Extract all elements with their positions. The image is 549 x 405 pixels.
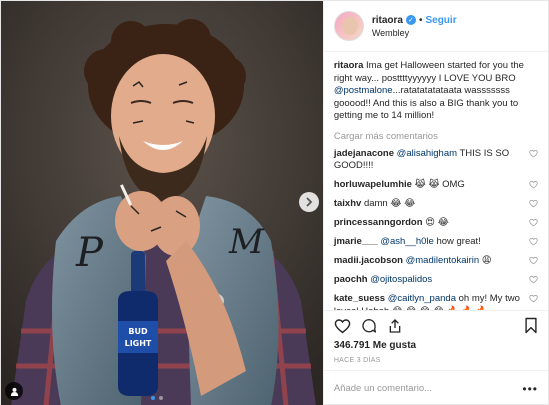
comment-like-heart-icon[interactable]	[529, 218, 538, 227]
caption-mention[interactable]: @postmalone	[334, 85, 393, 96]
chevron-right-icon	[306, 197, 313, 207]
post-sidebar: ritaora ✓ • Seguir Wembley ritaora Ima g…	[322, 1, 548, 405]
add-comment-input[interactable]: Añade un comentario...	[334, 383, 523, 394]
comment-mention[interactable]: @ojitospalidos	[370, 274, 432, 285]
person-icon	[10, 387, 18, 396]
comment-row: jadejanacone @alisahigham THIS IS SO GOO…	[334, 148, 538, 173]
comment-row: princessanngordon 😍 😂	[334, 217, 538, 230]
svg-text:M: M	[228, 222, 265, 262]
more-options-icon[interactable]: •••	[522, 382, 538, 396]
comment-mention[interactable]: @caitlyn_panda	[388, 293, 456, 304]
tagged-users-button[interactable]	[5, 382, 23, 400]
share-icon[interactable]	[387, 318, 403, 334]
comment-like-heart-icon[interactable]	[529, 294, 538, 303]
comment-row: horluwapelumhie 😹 😹 OMG	[334, 179, 538, 192]
comment-row: madii.jacobson @madilentokairin 😩	[334, 255, 538, 268]
comment-username[interactable]: taixhv	[334, 198, 361, 209]
next-photo-button[interactable]	[299, 192, 319, 212]
comment-username[interactable]: jadejanacone	[334, 148, 394, 159]
photo-illustration: P M BUD LIGHT	[1, 1, 323, 405]
header-separator: •	[418, 14, 423, 26]
post-photo[interactable]: P M BUD LIGHT	[1, 1, 323, 405]
comment-username[interactable]: madii.jacobson	[334, 255, 403, 266]
header-username[interactable]: ritaora	[372, 15, 403, 26]
caption-username[interactable]: ritaora	[334, 60, 364, 71]
action-bar	[323, 310, 548, 340]
comment-row: jmarie___ @ash__h0le how great!	[334, 236, 538, 249]
bookmark-icon[interactable]	[524, 317, 538, 334]
comment-like-heart-icon[interactable]	[529, 149, 538, 158]
comment-text: damn 😂 😂	[363, 198, 416, 209]
heart-icon[interactable]	[334, 318, 351, 334]
comment-mention[interactable]: @ash__h0le	[380, 236, 434, 247]
comment-text: how great!	[433, 236, 481, 247]
comment-like-heart-icon[interactable]	[529, 256, 538, 265]
comment-username[interactable]: paochh	[334, 274, 368, 285]
location-link[interactable]: Wembley	[372, 28, 457, 38]
post-header: ritaora ✓ • Seguir Wembley	[323, 1, 548, 52]
avatar[interactable]	[333, 11, 364, 41]
load-more-comments-link[interactable]: Cargar más comentarios	[334, 131, 538, 142]
comment-text: 😩	[479, 255, 492, 266]
svg-text:P: P	[75, 230, 104, 276]
carousel-dot-active	[151, 396, 155, 400]
comment-mention[interactable]: @madilentokairin	[406, 255, 480, 266]
comment-mention[interactable]: @alisahigham	[397, 148, 457, 159]
verified-badge-icon: ✓	[405, 15, 416, 25]
comment-like-heart-icon[interactable]	[529, 275, 538, 284]
comments-list: ritaora Ima get Halloween started for yo…	[324, 52, 548, 310]
svg-text:BUD: BUD	[128, 327, 148, 336]
comment-username[interactable]: jmarie___	[334, 236, 378, 247]
follow-button[interactable]: Seguir	[425, 15, 456, 26]
comment-row: taixhv damn 😂 😂	[334, 198, 538, 211]
comment-username[interactable]: kate_suess	[334, 293, 385, 304]
comment-icon[interactable]	[361, 318, 377, 334]
post-caption: ritaora Ima get Halloween started for yo…	[334, 60, 538, 123]
carousel-indicator	[151, 396, 163, 400]
comment-text: 😹 😹 OMG	[414, 179, 465, 190]
svg-text:LIGHT: LIGHT	[125, 339, 152, 348]
comment-row: kate_suess @caitlyn_panda oh my! My two …	[334, 293, 538, 310]
comment-username[interactable]: horluwapelumhie	[334, 179, 412, 190]
add-comment-bar: Añade un comentario... •••	[323, 370, 548, 405]
caption-text-part-1: Ima get Halloween started for you the ri…	[333, 60, 524, 84]
comment-like-heart-icon[interactable]	[529, 199, 538, 208]
carousel-dot	[159, 396, 163, 400]
likes-count[interactable]: 346.791 Me gusta	[324, 340, 548, 354]
comment-like-heart-icon[interactable]	[529, 237, 538, 246]
comment-like-heart-icon[interactable]	[529, 180, 538, 189]
comment-text: 😍 😂	[425, 217, 449, 228]
comment-row: paochh @ojitospalidos	[334, 274, 538, 287]
comment-username[interactable]: princessanngordon	[334, 217, 423, 228]
post-dialog: P M BUD LIGHT ritaora ✓ • Seguir Wembley…	[0, 0, 549, 405]
post-timestamp[interactable]: HACE 3 DÍAS	[324, 354, 548, 370]
